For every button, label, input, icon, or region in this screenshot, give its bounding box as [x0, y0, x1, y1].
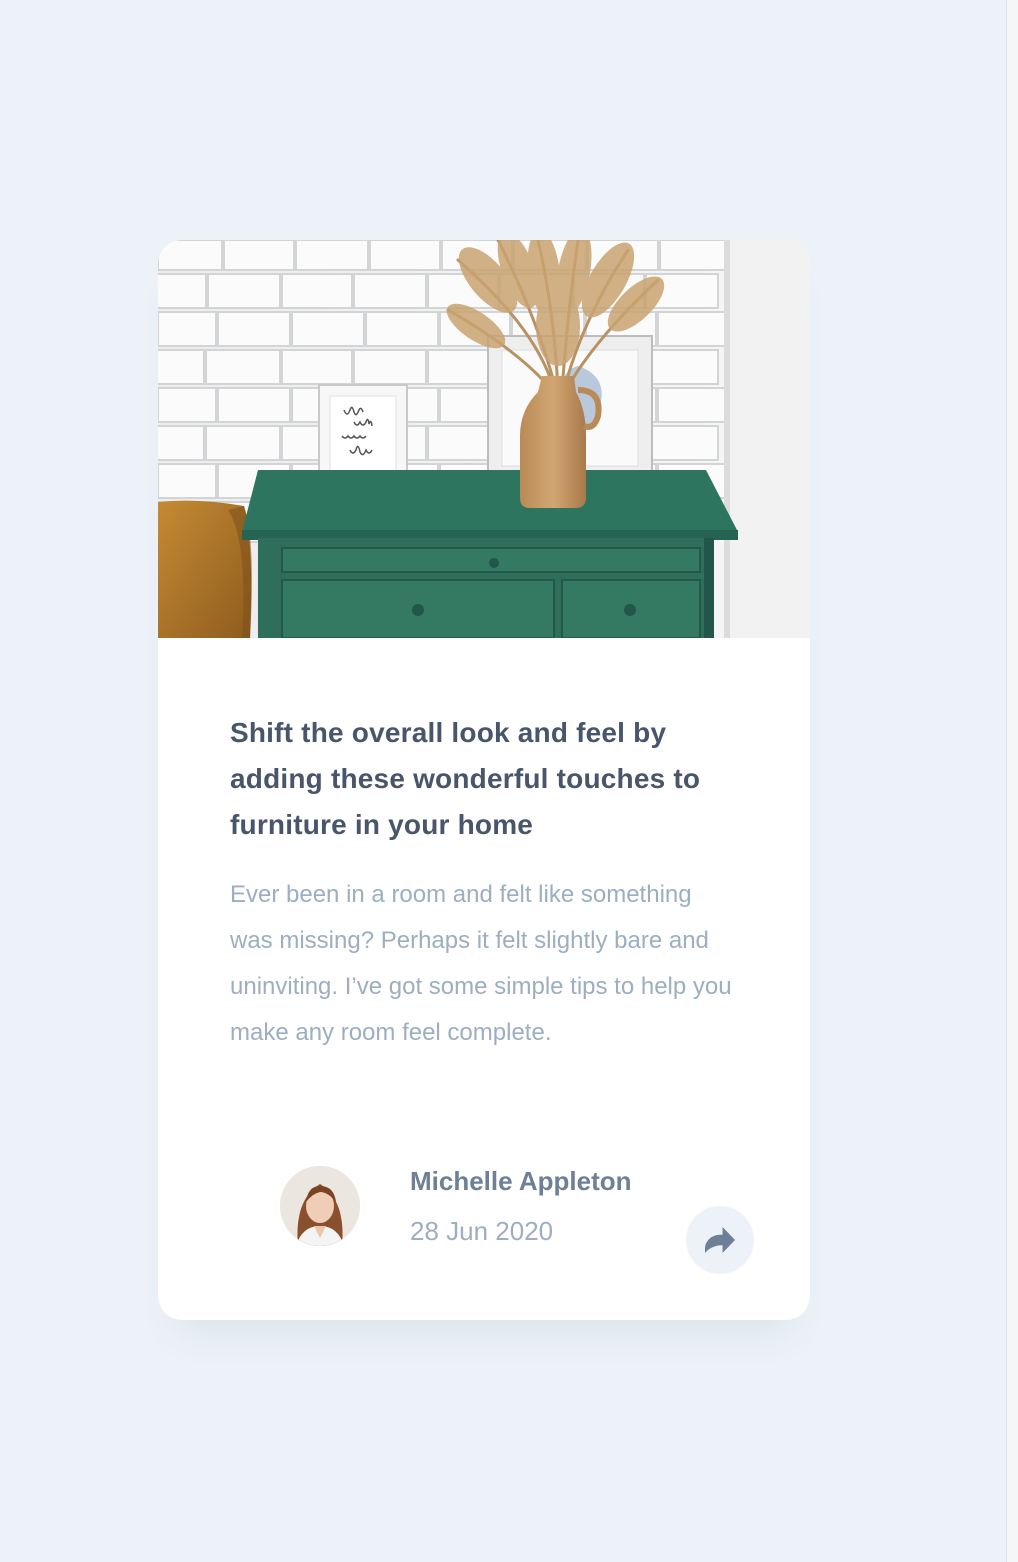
article-title[interactable]: Shift the overall look and feel by addin…	[230, 710, 750, 848]
page-scrollbar[interactable]	[1006, 0, 1018, 1562]
article-content: Shift the overall look and feel by addin…	[230, 710, 750, 1056]
share-icon	[705, 1227, 735, 1253]
drawers-photo	[158, 240, 810, 638]
article-preview-card: Shift the overall look and feel by addin…	[158, 240, 810, 1320]
author-avatar	[280, 1166, 360, 1246]
share-button[interactable]	[686, 1206, 754, 1274]
author-name: Michelle Appleton	[410, 1166, 632, 1196]
publish-date: 28 Jun 2020	[410, 1216, 554, 1246]
avatar-photo	[280, 1166, 360, 1246]
article-image	[158, 240, 810, 638]
author-info: Michelle Appleton 28 Jun 2020	[280, 1166, 760, 1276]
article-description: Ever been in a room and felt like someth…	[230, 881, 732, 1046]
